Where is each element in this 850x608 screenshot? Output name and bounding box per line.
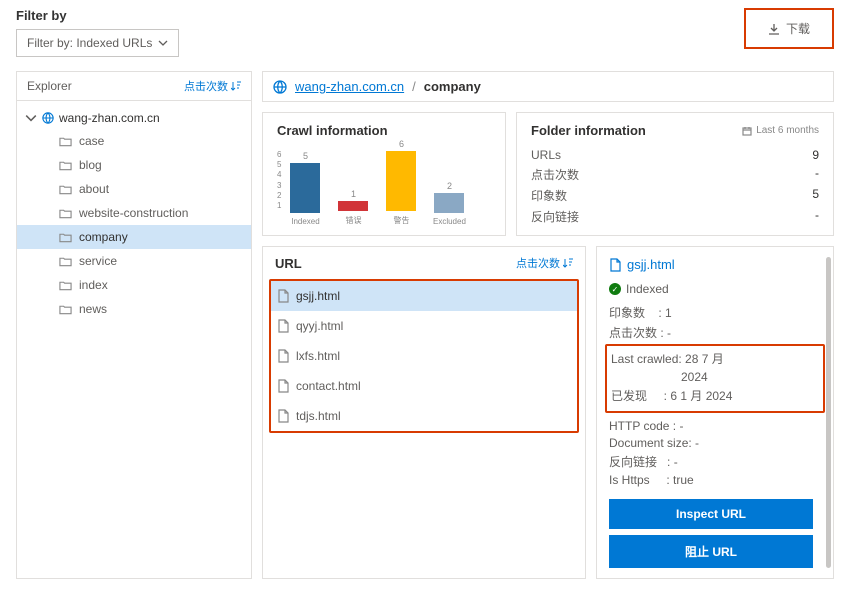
download-button[interactable]: 下载 xyxy=(744,8,834,49)
tree-item-blog[interactable]: blog xyxy=(17,153,251,177)
crawl-info-card: Crawl information 654321 5Indexed1错误6警告2… xyxy=(262,112,506,236)
breadcrumb: wang-zhan.com.cn / company xyxy=(262,71,834,102)
globe-icon xyxy=(42,112,54,124)
file-icon xyxy=(277,409,289,423)
url-item[interactable]: contact.html xyxy=(271,371,577,401)
sort-icon xyxy=(231,81,241,91)
period-label: Last 6 months xyxy=(742,125,819,136)
chart-bar: 2Excluded xyxy=(431,181,467,226)
chart-bar: 5Indexed xyxy=(287,151,323,226)
file-icon xyxy=(277,319,289,333)
calendar-icon xyxy=(742,126,752,136)
sort-icon xyxy=(563,258,573,268)
tree-item-website-construction[interactable]: website-construction xyxy=(17,201,251,225)
url-title: URL xyxy=(275,256,302,271)
file-icon xyxy=(277,379,289,393)
breadcrumb-current: company xyxy=(424,79,481,94)
chevron-down-icon xyxy=(25,112,37,124)
explorer-title: Explorer xyxy=(27,79,72,93)
breadcrumb-sep: / xyxy=(412,79,416,94)
filter-selected-text: Filter by: Indexed URLs xyxy=(27,36,152,50)
tree-item-index[interactable]: index xyxy=(17,273,251,297)
folder-title: Folder information xyxy=(531,123,646,138)
filter-select[interactable]: Filter by: Indexed URLs xyxy=(16,29,179,57)
folder-icon xyxy=(59,232,72,243)
folder-icon xyxy=(59,136,72,147)
inspect-url-button[interactable]: Inspect URL xyxy=(609,499,813,529)
folder-icon xyxy=(59,280,72,291)
url-sort[interactable]: 点击次数 xyxy=(516,255,573,271)
file-icon xyxy=(277,349,289,363)
check-icon xyxy=(609,283,621,295)
index-status: Indexed xyxy=(609,282,821,296)
folder-icon xyxy=(59,304,72,315)
tree-item-news[interactable]: news xyxy=(17,297,251,321)
file-icon xyxy=(277,289,289,303)
folder-icon xyxy=(59,256,72,267)
folder-icon xyxy=(59,208,72,219)
filter-label: Filter by xyxy=(16,8,179,23)
block-url-button[interactable]: 阻止 URL xyxy=(609,535,813,568)
tree-item-service[interactable]: service xyxy=(17,249,251,273)
url-item[interactable]: lxfs.html xyxy=(271,341,577,371)
crawl-title: Crawl information xyxy=(277,123,491,138)
tree-item-about[interactable]: about xyxy=(17,177,251,201)
folder-icon xyxy=(59,184,72,195)
explorer-panel: Explorer 点击次数 wang-zhan.com.cn casebloga… xyxy=(16,71,252,579)
url-item[interactable]: tdjs.html xyxy=(271,401,577,431)
tree-item-company[interactable]: company xyxy=(17,225,251,249)
chart-bar: 1错误 xyxy=(335,189,371,226)
explorer-sort[interactable]: 点击次数 xyxy=(184,78,241,94)
chevron-down-icon xyxy=(158,38,168,48)
url-list-card: URL 点击次数 gsjj.htmlqyyj.htmllxfs.htmlcont… xyxy=(262,246,586,579)
tree-root[interactable]: wang-zhan.com.cn xyxy=(17,107,251,129)
detail-file-link[interactable]: gsjj.html xyxy=(609,257,821,272)
download-icon xyxy=(768,23,780,35)
globe-icon xyxy=(273,80,287,94)
detail-card: gsjj.html Indexed 印象数 : 1 点击次数 : - Last … xyxy=(596,246,834,579)
breadcrumb-domain[interactable]: wang-zhan.com.cn xyxy=(295,79,404,94)
crawl-date-highlight: Last crawled: 28 7 月 2024 已发现 : 6 1 月 20… xyxy=(605,344,825,413)
folder-icon xyxy=(59,160,72,171)
file-icon xyxy=(609,258,621,272)
crawl-chart: 654321 5Indexed1错误6警告2Excluded xyxy=(277,146,491,226)
folder-info-card: Folder information Last 6 months URLs9 点… xyxy=(516,112,834,236)
url-item[interactable]: gsjj.html xyxy=(271,281,577,311)
url-item[interactable]: qyyj.html xyxy=(271,311,577,341)
chart-bar: 6警告 xyxy=(383,139,419,226)
tree-item-case[interactable]: case xyxy=(17,129,251,153)
